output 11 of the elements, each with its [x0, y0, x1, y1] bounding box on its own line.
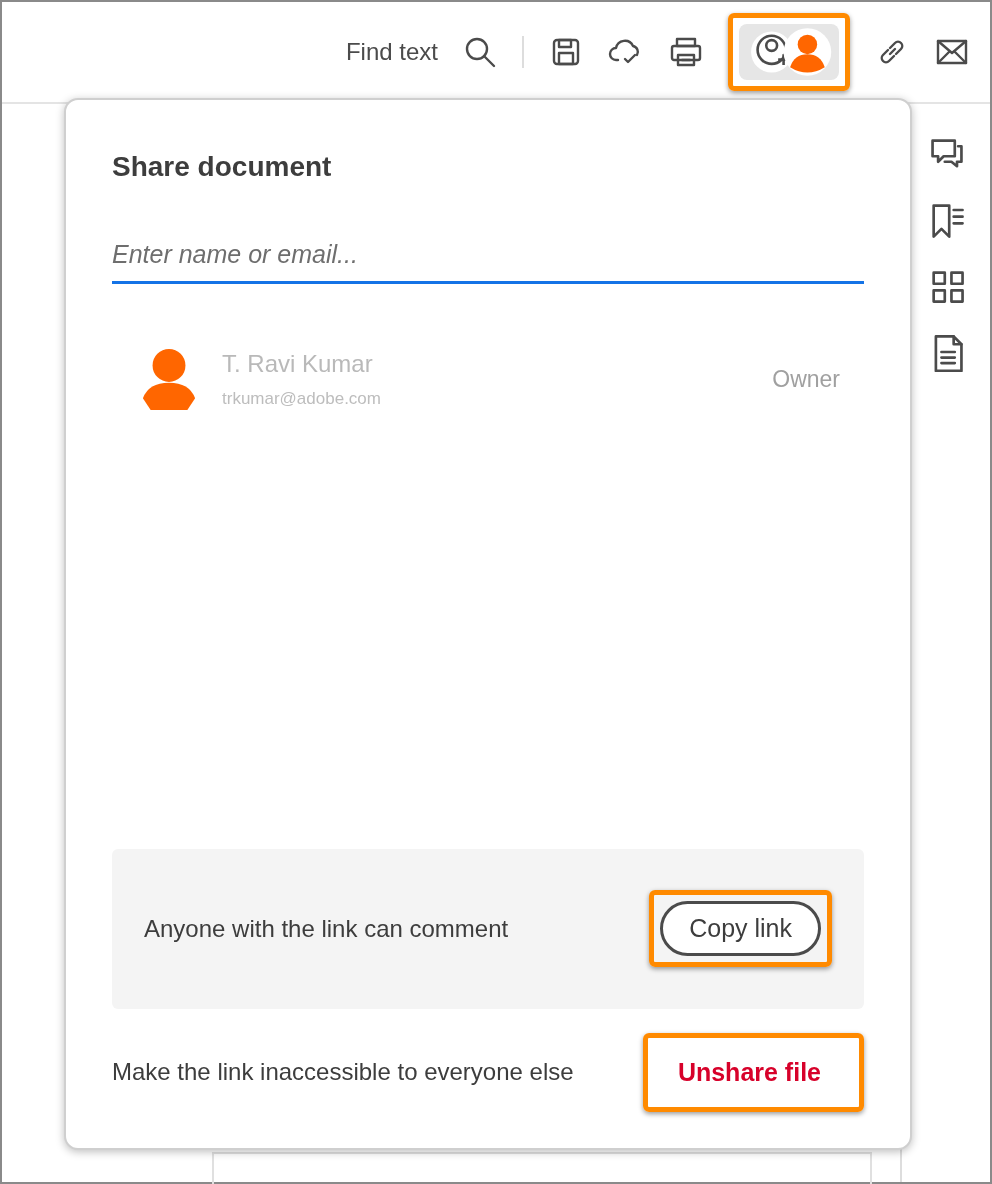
share-button[interactable] [739, 24, 839, 80]
avatar-icon [140, 347, 198, 410]
person-email: trkumar@adobe.com [222, 388, 382, 411]
copy-link-button[interactable]: Copy link [660, 900, 821, 957]
find-text-label[interactable]: Find text [345, 34, 438, 70]
person-name: T. Ravi Kumar [222, 349, 374, 380]
search-icon[interactable] [465, 37, 496, 68]
link-permission-text: Anyone with the link can comment [144, 913, 509, 944]
unshare-description: Make the link inaccessible to everyone else [112, 1057, 574, 1088]
role-label: Owner [772, 364, 840, 394]
panel-title: Share document [112, 150, 333, 184]
